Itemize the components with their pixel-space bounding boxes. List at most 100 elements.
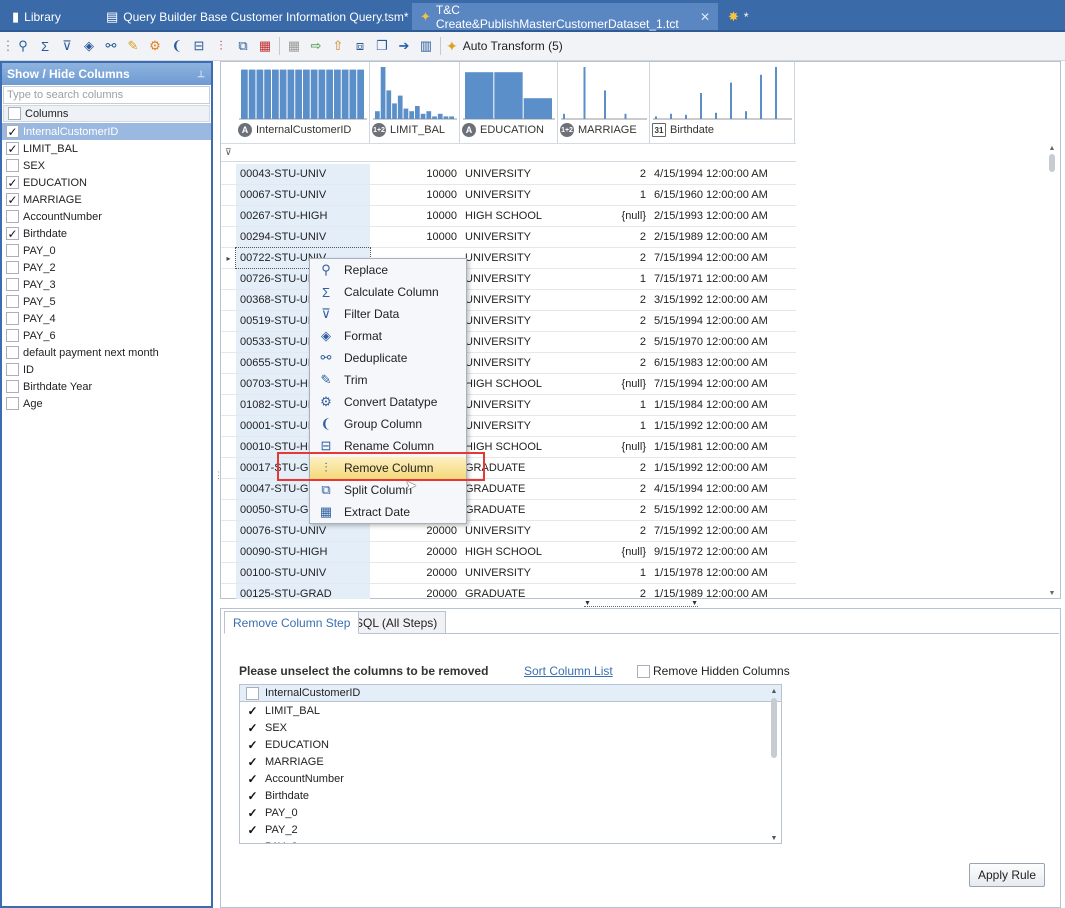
scroll-down-icon[interactable]: ▼ — [1045, 590, 1059, 597]
tab-new[interactable]: ✸ * — [720, 3, 757, 30]
birthdate-cell[interactable]: 6/15/1983 12:00:00 AM — [650, 357, 796, 369]
visibility-checkbox[interactable] — [6, 244, 19, 257]
scroll-up-icon[interactable]: ▲ — [768, 688, 780, 695]
filter-row[interactable]: ⊽ — [221, 143, 796, 162]
visibility-checkbox[interactable] — [6, 312, 19, 325]
menu-item-format[interactable]: ◈ Format — [310, 325, 466, 347]
birthdate-cell[interactable]: 2/15/1993 12:00:00 AM — [650, 210, 796, 222]
column-visibility-item[interactable]: ✓ EDUCATION — [2, 174, 211, 191]
rename-icon[interactable]: ⊟ — [188, 35, 210, 57]
remove-hidden-checkbox[interactable] — [637, 664, 650, 678]
scrollbar-thumb[interactable] — [771, 698, 777, 758]
paint-bucket-icon[interactable]: ◈ — [78, 35, 100, 57]
tab-sql-all-steps[interactable]: SQL (All Steps) — [346, 611, 447, 634]
table-row[interactable]: 00368-STU-UN UNIVERSITY 2 3/15/1992 12:00:0… — [221, 290, 796, 311]
limit-bal-cell[interactable]: 20000 — [370, 546, 461, 558]
customer-id-cell[interactable]: 00125-STU-GRAD — [236, 584, 370, 599]
menu-item-deduplicate[interactable]: ⚯ Deduplicate — [310, 347, 466, 369]
menu-item-convert-datatype[interactable]: ⚙ Convert Datatype — [310, 391, 466, 413]
limit-bal-cell[interactable]: 20000 — [370, 525, 461, 537]
table-row[interactable]: 00090-STU-HIGH 20000 HIGH SCHOOL {null} 9/15… — [221, 542, 796, 563]
keep-column-checkbox[interactable]: ✓ — [246, 806, 259, 819]
education-cell[interactable]: UNIVERSITY — [461, 525, 559, 537]
marriage-cell[interactable]: 2 — [559, 315, 650, 327]
column-visibility-item[interactable]: AccountNumber — [2, 208, 211, 225]
birthdate-cell[interactable]: 6/15/1960 12:00:00 AM — [650, 189, 796, 201]
birthdate-cell[interactable]: 7/15/1994 12:00:00 AM — [650, 378, 796, 390]
visibility-checkbox[interactable]: ✓ — [6, 142, 19, 155]
remove-column-icon[interactable]: ⫶ — [210, 35, 232, 57]
column-header[interactable]: 1+2LIMIT_BAL▲ — [370, 62, 469, 143]
column-visibility-item[interactable]: PAY_6 — [2, 327, 211, 344]
customer-id-cell[interactable]: 00067-STU-UNIV — [236, 185, 370, 205]
table-row[interactable]: ▸ 00722-STU-UNIV UNIVERSITY 2 7/15/1994 12:0… — [221, 247, 796, 269]
education-cell[interactable]: UNIVERSITY — [461, 294, 559, 306]
keep-column-checkbox[interactable]: ✓ — [246, 704, 259, 717]
column-search-input[interactable]: Type to search columns — [3, 86, 210, 104]
marriage-cell[interactable]: {null} — [559, 546, 650, 558]
table-row[interactable]: 00100-STU-UNIV 20000 UNIVERSITY 1 1/15/1978 … — [221, 563, 796, 584]
visibility-checkbox[interactable] — [6, 397, 19, 410]
marriage-cell[interactable]: 1 — [559, 567, 650, 579]
limit-bal-cell[interactable]: 10000 — [370, 210, 461, 222]
remove-column-item[interactable]: InternalCustomerID — [240, 685, 781, 702]
convert-icon[interactable]: ⚙ — [144, 35, 166, 57]
marriage-cell[interactable]: {null} — [559, 210, 650, 222]
column-visibility-item[interactable]: ID — [2, 361, 211, 378]
customer-id-cell[interactable]: 00090-STU-HIGH — [236, 542, 370, 562]
close-icon[interactable]: ✕ — [700, 10, 710, 24]
birthdate-cell[interactable]: 7/15/1992 12:00:00 AM — [650, 525, 796, 537]
table-row[interactable]: 00050-STU-GR GRADUATE 2 5/15/1992 12:00:00 … — [221, 500, 796, 521]
marriage-cell[interactable]: {null} — [559, 441, 650, 453]
visibility-checkbox[interactable] — [6, 295, 19, 308]
remove-column-item[interactable]: ✓ EDUCATION — [240, 736, 781, 753]
table-row[interactable]: 00043-STU-UNIV 10000 UNIVERSITY 2 4/15/1994 … — [221, 164, 796, 185]
birthdate-cell[interactable]: 7/15/1994 12:00:00 AM — [650, 252, 796, 264]
education-cell[interactable]: UNIVERSITY — [461, 273, 559, 285]
menu-item-trim[interactable]: ✎ Trim — [310, 369, 466, 391]
visibility-checkbox[interactable] — [6, 210, 19, 223]
birthdate-cell[interactable]: 9/15/1972 12:00:00 AM — [650, 546, 796, 558]
visibility-checkbox[interactable]: ✓ — [6, 176, 19, 189]
table-row[interactable]: 01082-STU-UN UNIVERSITY 1 1/15/1984 12:00:0… — [221, 395, 796, 416]
visibility-checkbox[interactable] — [6, 159, 19, 172]
birthdate-cell[interactable]: 1/15/1984 12:00:00 AM — [650, 399, 796, 411]
column-header[interactable]: 31 Birthdate — [650, 62, 795, 143]
scroll-up-icon[interactable]: ▲ — [1045, 145, 1059, 152]
calendar-icon[interactable]: ▦ — [254, 35, 276, 57]
education-cell[interactable]: UNIVERSITY — [461, 315, 559, 327]
visibility-checkbox[interactable]: ✓ — [6, 125, 19, 138]
keep-column-checkbox[interactable]: ✓ — [246, 772, 259, 785]
visibility-checkbox[interactable] — [6, 380, 19, 393]
visibility-checkbox[interactable] — [6, 329, 19, 342]
birthdate-cell[interactable]: 7/15/1971 12:00:00 AM — [650, 273, 796, 285]
marriage-cell[interactable]: 2 — [559, 231, 650, 243]
sigma-icon[interactable]: Σ — [34, 35, 56, 57]
birthdate-cell[interactable]: 1/15/1992 12:00:00 AM — [650, 420, 796, 432]
customer-id-cell[interactable]: 00100-STU-UNIV — [236, 563, 370, 583]
birthdate-cell[interactable]: 5/15/1992 12:00:00 AM — [650, 504, 796, 516]
marriage-cell[interactable]: 2 — [559, 336, 650, 348]
remove-column-item[interactable]: ✓ LIMIT_BAL — [240, 702, 781, 719]
birthdate-cell[interactable]: 4/15/1994 12:00:00 AM — [650, 483, 796, 495]
customer-id-cell[interactable]: 00267-STU-HIGH — [236, 206, 370, 226]
customer-id-cell[interactable]: 00294-STU-UNIV — [236, 227, 370, 247]
education-cell[interactable]: UNIVERSITY — [461, 567, 559, 579]
tab-library[interactable]: ▮ Library — [4, 3, 69, 30]
select-all-checkbox[interactable] — [8, 107, 21, 120]
marriage-cell[interactable]: 2 — [559, 525, 650, 537]
auto-transform-button[interactable]: ✦ Auto Transform (5) — [446, 38, 563, 55]
splitter-handle[interactable]: ⋮ — [214, 470, 223, 494]
education-cell[interactable]: GRADUATE — [461, 483, 559, 495]
column-header[interactable]: A InternalCustomerID — [236, 62, 370, 143]
menu-item-calculate-column[interactable]: Σ Calculate Column — [310, 281, 466, 303]
education-cell[interactable]: UNIVERSITY — [461, 168, 559, 180]
customer-id-cell[interactable]: 00076-STU-UNIV — [236, 521, 370, 541]
visibility-checkbox[interactable] — [6, 346, 19, 359]
birthdate-cell[interactable]: 5/15/1970 12:00:00 AM — [650, 336, 796, 348]
grid-icon[interactable]: ▦ — [283, 35, 305, 57]
birthdate-cell[interactable]: 1/15/1978 12:00:00 AM — [650, 567, 796, 579]
upload-icon[interactable]: ⇧ — [327, 35, 349, 57]
birthdate-cell[interactable]: 3/15/1992 12:00:00 AM — [650, 294, 796, 306]
keep-column-checkbox[interactable]: ✓ — [246, 721, 259, 734]
